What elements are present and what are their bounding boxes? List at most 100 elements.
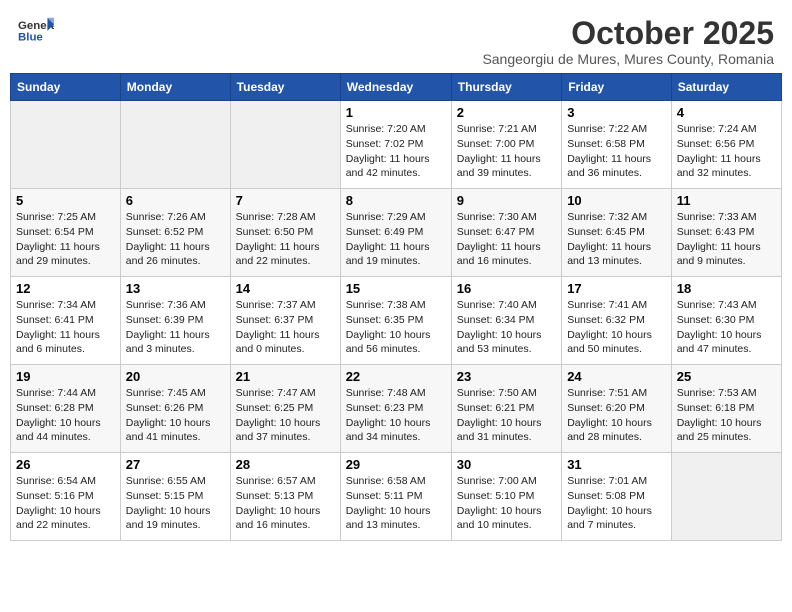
column-header-thursday: Thursday: [451, 74, 561, 101]
calendar-cell: 5 Sunrise: 7:25 AM Sunset: 6:54 PM Daylig…: [11, 189, 121, 277]
calendar-cell: 10Sunrise: 7:32 AM Sunset: 6:45 PM Dayli…: [562, 189, 672, 277]
day-info: Sunrise: 7:21 AM Sunset: 7:00 PM Dayligh…: [457, 122, 556, 181]
column-header-wednesday: Wednesday: [340, 74, 451, 101]
day-number: 10: [567, 193, 666, 208]
day-info: Sunrise: 7:41 AM Sunset: 6:32 PM Dayligh…: [567, 298, 666, 357]
day-info: Sunrise: 6:57 AM Sunset: 5:13 PM Dayligh…: [236, 474, 335, 533]
day-number: 15: [346, 281, 446, 296]
day-number: 2: [457, 105, 556, 120]
day-number: 22: [346, 369, 446, 384]
calendar-cell: [11, 101, 121, 189]
day-number: 29: [346, 457, 446, 472]
calendar-cell: 11 Sunrise: 7:33 AM Sunset: 6:43 PM Dayli…: [671, 189, 781, 277]
day-info: Sunrise: 7:33 AM Sunset: 6:43 PM Dayligh…: [677, 210, 776, 269]
day-info: Sunrise: 7:34 AM Sunset: 6:41 PM Dayligh…: [16, 298, 115, 357]
day-info: Sunrise: 7:43 AM Sunset: 6:30 PM Dayligh…: [677, 298, 776, 357]
calendar-cell: [230, 101, 340, 189]
calendar-cell: 17 Sunrise: 7:41 AM Sunset: 6:32 PM Dayli…: [562, 277, 672, 365]
calendar-cell: 30Sunrise: 7:00 AM Sunset: 5:10 PM Dayli…: [451, 453, 561, 541]
header-row: SundayMondayTuesdayWednesdayThursdayFrid…: [11, 74, 782, 101]
calendar-subtitle: Sangeorgiu de Mures, Mures County, Roman…: [482, 51, 774, 67]
day-number: 25: [677, 369, 776, 384]
day-info: Sunrise: 7:47 AM Sunset: 6:25 PM Dayligh…: [236, 386, 335, 445]
day-number: 13: [126, 281, 225, 296]
day-number: 6: [126, 193, 225, 208]
day-number: 28: [236, 457, 335, 472]
day-info: Sunrise: 7:48 AM Sunset: 6:23 PM Dayligh…: [346, 386, 446, 445]
calendar-cell: [120, 101, 230, 189]
calendar-cell: 12 Sunrise: 7:34 AM Sunset: 6:41 PM Dayli…: [11, 277, 121, 365]
calendar-cell: [671, 453, 781, 541]
calendar-cell: 13Sunrise: 7:36 AM Sunset: 6:39 PM Dayli…: [120, 277, 230, 365]
calendar-cell: 24 Sunrise: 7:51 AM Sunset: 6:20 PM Dayli…: [562, 365, 672, 453]
day-info: Sunrise: 6:58 AM Sunset: 5:11 PM Dayligh…: [346, 474, 446, 533]
calendar-cell: 21 Sunrise: 7:47 AM Sunset: 6:25 PM Dayli…: [230, 365, 340, 453]
calendar-cell: 31 Sunrise: 7:01 AM Sunset: 5:08 PM Dayli…: [562, 453, 672, 541]
day-info: Sunrise: 7:44 AM Sunset: 6:28 PM Dayligh…: [16, 386, 115, 445]
day-info: Sunrise: 7:26 AM Sunset: 6:52 PM Dayligh…: [126, 210, 225, 269]
svg-text:Blue: Blue: [18, 32, 43, 44]
calendar-cell: 28 Sunrise: 6:57 AM Sunset: 5:13 PM Dayli…: [230, 453, 340, 541]
day-info: Sunrise: 6:55 AM Sunset: 5:15 PM Dayligh…: [126, 474, 225, 533]
day-info: Sunrise: 6:54 AM Sunset: 5:16 PM Dayligh…: [16, 474, 115, 533]
week-row-5: 26 Sunrise: 6:54 AM Sunset: 5:16 PM Dayli…: [11, 453, 782, 541]
calendar-cell: 18 Sunrise: 7:43 AM Sunset: 6:30 PM Dayli…: [671, 277, 781, 365]
day-info: Sunrise: 7:22 AM Sunset: 6:58 PM Dayligh…: [567, 122, 666, 181]
day-info: Sunrise: 7:25 AM Sunset: 6:54 PM Dayligh…: [16, 210, 115, 269]
day-number: 20: [126, 369, 225, 384]
calendar-cell: 20Sunrise: 7:45 AM Sunset: 6:26 PM Dayli…: [120, 365, 230, 453]
logo: General Blue: [18, 16, 54, 44]
day-number: 19: [16, 369, 115, 384]
week-row-2: 5 Sunrise: 7:25 AM Sunset: 6:54 PM Daylig…: [11, 189, 782, 277]
day-number: 3: [567, 105, 666, 120]
day-info: Sunrise: 7:30 AM Sunset: 6:47 PM Dayligh…: [457, 210, 556, 269]
calendar-cell: 1 Sunrise: 7:20 AM Sunset: 7:02 PM Daylig…: [340, 101, 451, 189]
day-number: 12: [16, 281, 115, 296]
calendar-cell: 22 Sunrise: 7:48 AM Sunset: 6:23 PM Dayli…: [340, 365, 451, 453]
day-number: 24: [567, 369, 666, 384]
day-info: Sunrise: 7:38 AM Sunset: 6:35 PM Dayligh…: [346, 298, 446, 357]
day-info: Sunrise: 7:24 AM Sunset: 6:56 PM Dayligh…: [677, 122, 776, 181]
day-info: Sunrise: 7:40 AM Sunset: 6:34 PM Dayligh…: [457, 298, 556, 357]
calendar-cell: 2 Sunrise: 7:21 AM Sunset: 7:00 PM Daylig…: [451, 101, 561, 189]
day-info: Sunrise: 7:37 AM Sunset: 6:37 PM Dayligh…: [236, 298, 335, 357]
week-row-4: 19 Sunrise: 7:44 AM Sunset: 6:28 PM Dayli…: [11, 365, 782, 453]
column-header-friday: Friday: [562, 74, 672, 101]
day-info: Sunrise: 7:51 AM Sunset: 6:20 PM Dayligh…: [567, 386, 666, 445]
day-info: Sunrise: 7:01 AM Sunset: 5:08 PM Dayligh…: [567, 474, 666, 533]
day-info: Sunrise: 7:29 AM Sunset: 6:49 PM Dayligh…: [346, 210, 446, 269]
calendar-cell: 16 Sunrise: 7:40 AM Sunset: 6:34 PM Dayli…: [451, 277, 561, 365]
day-number: 7: [236, 193, 335, 208]
day-number: 14: [236, 281, 335, 296]
calendar-cell: 15 Sunrise: 7:38 AM Sunset: 6:35 PM Dayli…: [340, 277, 451, 365]
day-info: Sunrise: 7:28 AM Sunset: 6:50 PM Dayligh…: [236, 210, 335, 269]
column-header-saturday: Saturday: [671, 74, 781, 101]
day-number: 17: [567, 281, 666, 296]
day-number: 9: [457, 193, 556, 208]
day-number: 5: [16, 193, 115, 208]
calendar-title: October 2025: [482, 16, 774, 51]
day-info: Sunrise: 7:20 AM Sunset: 7:02 PM Dayligh…: [346, 122, 446, 181]
title-area: October 2025 Sangeorgiu de Mures, Mures …: [482, 16, 774, 67]
page-header: General Blue October 2025 Sangeorgiu de …: [10, 10, 782, 69]
calendar-cell: 4Sunrise: 7:24 AM Sunset: 6:56 PM Daylig…: [671, 101, 781, 189]
logo-icon: General Blue: [18, 16, 54, 44]
calendar-cell: 29 Sunrise: 6:58 AM Sunset: 5:11 PM Dayli…: [340, 453, 451, 541]
calendar-cell: 27 Sunrise: 6:55 AM Sunset: 5:15 PM Dayli…: [120, 453, 230, 541]
day-info: Sunrise: 7:53 AM Sunset: 6:18 PM Dayligh…: [677, 386, 776, 445]
day-number: 26: [16, 457, 115, 472]
calendar-cell: 19 Sunrise: 7:44 AM Sunset: 6:28 PM Dayli…: [11, 365, 121, 453]
day-number: 27: [126, 457, 225, 472]
day-info: Sunrise: 7:00 AM Sunset: 5:10 PM Dayligh…: [457, 474, 556, 533]
day-number: 16: [457, 281, 556, 296]
day-number: 18: [677, 281, 776, 296]
calendar-cell: 6 Sunrise: 7:26 AM Sunset: 6:52 PM Daylig…: [120, 189, 230, 277]
day-number: 11: [677, 193, 776, 208]
day-number: 21: [236, 369, 335, 384]
calendar-cell: 26 Sunrise: 6:54 AM Sunset: 5:16 PM Dayli…: [11, 453, 121, 541]
day-number: 31: [567, 457, 666, 472]
day-number: 1: [346, 105, 446, 120]
column-header-tuesday: Tuesday: [230, 74, 340, 101]
calendar-cell: 8Sunrise: 7:29 AM Sunset: 6:49 PM Daylig…: [340, 189, 451, 277]
calendar-cell: 9 Sunrise: 7:30 AM Sunset: 6:47 PM Daylig…: [451, 189, 561, 277]
